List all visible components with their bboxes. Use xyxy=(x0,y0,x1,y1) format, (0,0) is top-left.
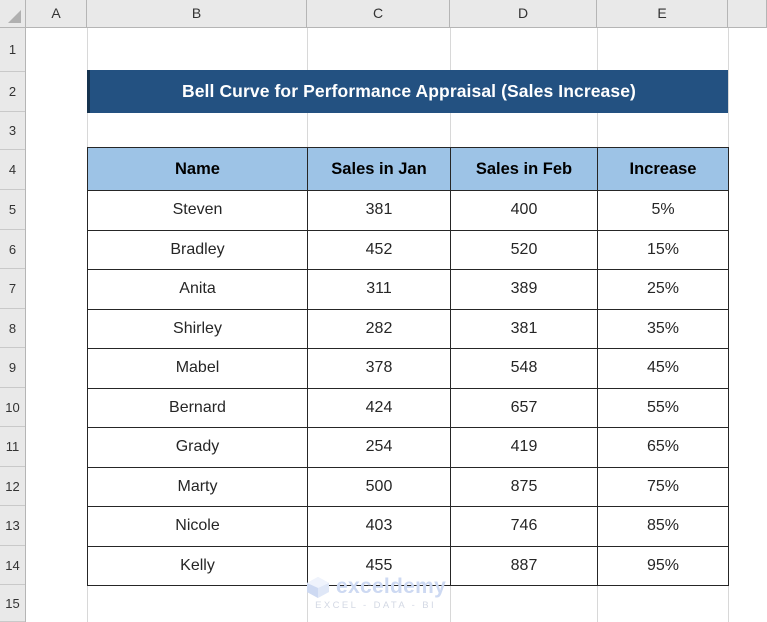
row-header-2[interactable]: 2 xyxy=(0,72,25,112)
table-row: Grady 254 419 65% xyxy=(87,427,729,468)
cell-name[interactable]: Shirley xyxy=(87,308,308,349)
cell-increase[interactable]: 25% xyxy=(597,269,729,310)
row-header-13[interactable]: 13 xyxy=(0,506,25,546)
cell-sales-in-jan[interactable]: 254 xyxy=(307,427,451,468)
cell-sales-in-jan[interactable]: 381 xyxy=(307,190,451,231)
cell-sales-in-feb[interactable]: 875 xyxy=(450,466,598,507)
row-header-11[interactable]: 11 xyxy=(0,427,25,467)
table-header-row: Name Sales in Jan Sales in Feb Increase xyxy=(87,147,729,191)
select-all-button[interactable] xyxy=(0,0,26,27)
row-header-15[interactable]: 15 xyxy=(0,585,25,622)
row-header-5[interactable]: 5 xyxy=(0,190,25,230)
row-header-10[interactable]: 10 xyxy=(0,388,25,427)
row-header-9[interactable]: 9 xyxy=(0,348,25,388)
column-header-d[interactable]: D xyxy=(450,0,597,27)
cell-sales-in-feb[interactable]: 746 xyxy=(450,506,598,547)
table-row: Bernard 424 657 55% xyxy=(87,387,729,428)
cell-name[interactable]: Nicole xyxy=(87,506,308,547)
row-header-6[interactable]: 6 xyxy=(0,230,25,269)
table-row: Marty 500 875 75% xyxy=(87,466,729,507)
select-all-triangle-icon xyxy=(8,10,21,23)
table-row: Kelly 455 887 95% xyxy=(87,545,729,586)
appraisal-data-table: Name Sales in Jan Sales in Feb Increase … xyxy=(87,147,729,586)
row-header-14[interactable]: 14 xyxy=(0,546,25,585)
cell-sales-in-feb[interactable]: 419 xyxy=(450,427,598,468)
cell-sales-in-jan[interactable]: 378 xyxy=(307,348,451,389)
column-header-e[interactable]: E xyxy=(597,0,728,27)
row-header-4[interactable]: 4 xyxy=(0,150,25,190)
column-header-sales-in-feb[interactable]: Sales in Feb xyxy=(450,147,598,191)
table-row: Anita 311 389 25% xyxy=(87,269,729,310)
table-row: Steven 381 400 5% xyxy=(87,190,729,231)
cell-sales-in-jan[interactable]: 403 xyxy=(307,506,451,547)
cell-sales-in-jan[interactable]: 424 xyxy=(307,387,451,428)
cell-sales-in-feb[interactable]: 520 xyxy=(450,229,598,270)
cell-sales-in-feb[interactable]: 657 xyxy=(450,387,598,428)
column-header-name[interactable]: Name xyxy=(87,147,308,191)
row-header-strip: 1 2 3 4 5 6 7 8 9 10 11 12 13 14 15 xyxy=(0,28,26,622)
cell-increase[interactable]: 15% xyxy=(597,229,729,270)
watermark-tagline: EXCEL - DATA - BI xyxy=(315,600,436,611)
column-header-a[interactable]: A xyxy=(26,0,87,27)
cell-increase[interactable]: 5% xyxy=(597,190,729,231)
cell-name[interactable]: Mabel xyxy=(87,348,308,389)
cell-sales-in-feb[interactable]: 381 xyxy=(450,308,598,349)
cell-sales-in-jan[interactable]: 455 xyxy=(307,545,451,586)
cell-sales-in-jan[interactable]: 452 xyxy=(307,229,451,270)
cell-name[interactable]: Steven xyxy=(87,190,308,231)
table-row: Bradley 452 520 15% xyxy=(87,229,729,270)
spreadsheet-grid: ABCDE 1 2 3 4 5 6 7 8 9 10 11 12 13 14 15 Bell Curve f… xyxy=(0,0,767,622)
column-header-strip: ABCDE xyxy=(0,0,767,28)
cell-sales-in-jan[interactable]: 311 xyxy=(307,269,451,310)
cell-increase[interactable]: 35% xyxy=(597,308,729,349)
column-header-b[interactable]: B xyxy=(87,0,307,27)
cell-sales-in-feb[interactable]: 400 xyxy=(450,190,598,231)
table-row: Shirley 282 381 35% xyxy=(87,308,729,349)
table-row: Mabel 378 548 45% xyxy=(87,348,729,389)
cell-name[interactable]: Marty xyxy=(87,466,308,507)
cell-sales-in-feb[interactable]: 887 xyxy=(450,545,598,586)
cell-name[interactable]: Grady xyxy=(87,427,308,468)
cell-increase[interactable]: 75% xyxy=(597,466,729,507)
cell-increase[interactable]: 55% xyxy=(597,387,729,428)
cell-name[interactable]: Bernard xyxy=(87,387,308,428)
cell-increase[interactable]: 85% xyxy=(597,506,729,547)
column-header-increase[interactable]: Increase xyxy=(597,147,729,191)
cell-increase[interactable]: 95% xyxy=(597,545,729,586)
cell-name[interactable]: Anita xyxy=(87,269,308,310)
cell-sales-in-feb[interactable]: 389 xyxy=(450,269,598,310)
cell-increase[interactable]: 45% xyxy=(597,348,729,389)
cell-name[interactable]: Bradley xyxy=(87,229,308,270)
row-header-3[interactable]: 3 xyxy=(0,112,25,150)
row-header-7[interactable]: 7 xyxy=(0,269,25,309)
cell-name[interactable]: Kelly xyxy=(87,545,308,586)
cell-sales-in-jan[interactable]: 500 xyxy=(307,466,451,507)
row-header-1[interactable]: 1 xyxy=(0,28,25,72)
column-header-c[interactable]: C xyxy=(307,0,450,27)
cell-increase[interactable]: 65% xyxy=(597,427,729,468)
row-header-8[interactable]: 8 xyxy=(0,309,25,348)
column-header-blank[interactable] xyxy=(728,0,767,27)
title-text: Bell Curve for Performance Appraisal (Sa… xyxy=(181,81,636,101)
title-banner[interactable]: Bell Curve for Performance Appraisal (Sa… xyxy=(87,70,728,113)
row-header-12[interactable]: 12 xyxy=(0,467,25,506)
column-header-sales-in-jan[interactable]: Sales in Jan xyxy=(307,147,451,191)
cell-sales-in-feb[interactable]: 548 xyxy=(450,348,598,389)
cell-sales-in-jan[interactable]: 282 xyxy=(307,308,451,349)
table-row: Nicole 403 746 85% xyxy=(87,506,729,547)
